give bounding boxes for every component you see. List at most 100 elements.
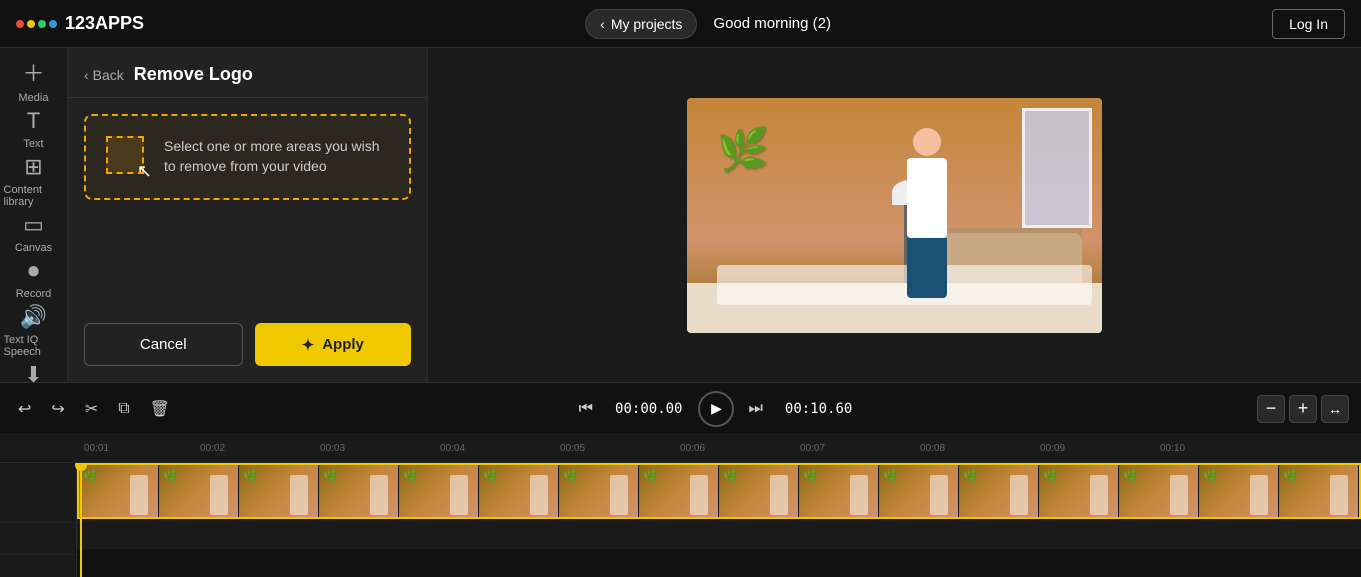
thumb-person bbox=[1170, 475, 1188, 515]
sidebar-item-content-library[interactable]: ⊞ Content library bbox=[4, 154, 64, 208]
play-icon: ▶ bbox=[711, 400, 722, 417]
thumbnail-16: 🌿 bbox=[1279, 465, 1359, 517]
leaf-logo-icon: 🌿 bbox=[717, 126, 769, 175]
thumb-leaf-icon: 🌿 bbox=[243, 469, 258, 483]
zoom-out-button[interactable]: − bbox=[1257, 395, 1285, 423]
thumb-leaf-icon: 🌿 bbox=[963, 469, 978, 483]
sidebar-item-label: Text bbox=[23, 138, 43, 150]
sidebar-item-save[interactable]: ⬇ Save bbox=[4, 362, 64, 382]
selection-area-icon: ↖ bbox=[102, 132, 152, 182]
panel-actions: Cancel ✦ Apply bbox=[68, 307, 427, 382]
thumbnail-15: 🌿 bbox=[1199, 465, 1279, 517]
apply-button[interactable]: ✦ Apply bbox=[255, 323, 412, 366]
thumbnail-8: 🌿 bbox=[639, 465, 719, 517]
thumb-leaf-icon: 🌿 bbox=[163, 469, 178, 483]
dot-green bbox=[38, 20, 46, 28]
sidebar-item-label: Canvas bbox=[15, 242, 52, 254]
sidebar-item-canvas[interactable]: ▭ Canvas bbox=[4, 212, 64, 254]
ruler-mark-5: 00:05 bbox=[560, 443, 680, 454]
app-name: 123APPS bbox=[65, 13, 144, 34]
instruction-box: ↖ Select one or more areas you wish to r… bbox=[84, 114, 411, 200]
sidebar-item-label: Content library bbox=[4, 184, 64, 208]
playhead[interactable] bbox=[80, 463, 82, 577]
thumbnail-7: 🌿 bbox=[559, 465, 639, 517]
sidebar-item-text-to-speech[interactable]: 🔊 Text IQ Speech bbox=[4, 304, 64, 358]
undo-button[interactable]: ↩ bbox=[12, 393, 37, 425]
timeline-tracks: 🌿 🌿 🌿 🌿 bbox=[0, 463, 1361, 577]
sidebar-item-media[interactable]: ＋ Media bbox=[4, 56, 64, 104]
thumb-person bbox=[1090, 475, 1108, 515]
thumb-leaf-icon: 🌿 bbox=[323, 469, 338, 483]
video-track-label bbox=[0, 463, 76, 523]
thumb-leaf-icon: 🌿 bbox=[83, 469, 98, 483]
thumbnail-10: 🌿 bbox=[799, 465, 879, 517]
thumb-person bbox=[210, 475, 228, 515]
undo-icon: ↩ bbox=[18, 399, 31, 419]
delete-button[interactable]: 🗑 bbox=[144, 393, 176, 425]
thumb-leaf-icon: 🌿 bbox=[643, 469, 658, 483]
ruler-mark-10: 00:10 bbox=[1160, 443, 1280, 454]
ruler-mark-7: 00:07 bbox=[800, 443, 920, 454]
thumbnail-12: 🌿 bbox=[959, 465, 1039, 517]
play-button[interactable]: ▶ bbox=[698, 391, 734, 427]
thumbnail-11: 🌿 bbox=[879, 465, 959, 517]
fast-forward-button[interactable]: ⏭ bbox=[742, 394, 768, 424]
topbar: 123APPS ‹ My projects Good morning (2) L… bbox=[0, 0, 1361, 48]
redo-button[interactable]: ↪ bbox=[45, 393, 70, 425]
sidebar-item-label: Media bbox=[19, 92, 49, 104]
dot-yellow bbox=[27, 20, 35, 28]
sidebar-item-label: Record bbox=[16, 288, 51, 300]
rewind-button[interactable]: ⏮ bbox=[573, 394, 599, 424]
thumbnail-2: 🌿 bbox=[159, 465, 239, 517]
zoom-in-button[interactable]: + bbox=[1289, 395, 1317, 423]
video-background: 🌿 bbox=[687, 98, 1102, 333]
scene-window bbox=[1022, 108, 1092, 228]
ruler-mark-1: 00:01 bbox=[80, 443, 200, 454]
total-time-display: 00:10.60 bbox=[777, 401, 860, 417]
expand-button[interactable]: ↔ bbox=[1321, 395, 1349, 423]
delete-icon: 🗑 bbox=[150, 399, 170, 419]
copy-button[interactable]: ⧉ bbox=[112, 394, 135, 424]
thumb-person bbox=[1330, 475, 1348, 515]
sidebar-item-record[interactable]: ⏺ Record bbox=[4, 258, 64, 300]
track-labels bbox=[0, 463, 77, 577]
video-track[interactable]: 🌿 🌿 🌿 🌿 bbox=[77, 463, 1361, 519]
thumbnail-1: 🌿 bbox=[79, 465, 159, 517]
thumb-leaf-icon: 🌿 bbox=[1123, 469, 1138, 483]
thumb-person bbox=[130, 475, 148, 515]
ruler-mark-6: 00:06 bbox=[680, 443, 800, 454]
greeting-text: Good morning (2) bbox=[713, 15, 831, 32]
thumb-person bbox=[610, 475, 628, 515]
thumb-leaf-icon: 🌿 bbox=[483, 469, 498, 483]
person-head bbox=[913, 128, 941, 156]
record-icon: ⏺ bbox=[28, 258, 39, 284]
main-area: ＋ Media T Text ⊞ Content library ▭ Canva… bbox=[0, 48, 1361, 382]
sidebar: ＋ Media T Text ⊞ Content library ▭ Canva… bbox=[0, 48, 68, 382]
sidebar-item-text[interactable]: T Text bbox=[4, 108, 64, 150]
my-projects-button[interactable]: ‹ My projects bbox=[585, 9, 697, 39]
cancel-button[interactable]: Cancel bbox=[84, 323, 243, 366]
download-icon: ⬇ bbox=[24, 362, 42, 382]
instruction-text: Select one or more areas you wish to rem… bbox=[164, 137, 393, 176]
canvas-icon: ▭ bbox=[23, 212, 44, 238]
thumb-person bbox=[770, 475, 788, 515]
track-content: 🌿 🌿 🌿 🌿 bbox=[77, 463, 1361, 577]
cut-button[interactable]: ✂ bbox=[79, 393, 104, 425]
ruler-mark-9: 00:09 bbox=[1040, 443, 1160, 454]
panel-title: Remove Logo bbox=[134, 64, 253, 85]
login-button[interactable]: Log In bbox=[1272, 9, 1345, 39]
app-logo: 123APPS bbox=[16, 13, 144, 34]
thumbnail-13: 🌿 bbox=[1039, 465, 1119, 517]
thumb-person bbox=[530, 475, 548, 515]
grid-icon: ⊞ bbox=[24, 154, 42, 180]
back-button[interactable]: ‹ Back bbox=[84, 67, 124, 83]
text-icon: T bbox=[27, 108, 40, 134]
thumb-leaf-icon: 🌿 bbox=[563, 469, 578, 483]
zoom-out-icon: − bbox=[1266, 398, 1277, 419]
logo-overlay: 🌿 bbox=[717, 126, 769, 175]
rewind-icon: ⏮ bbox=[579, 400, 593, 418]
remove-logo-panel: ‹ Back Remove Logo ↖ Select one or more … bbox=[68, 48, 428, 382]
thumb-person bbox=[1250, 475, 1268, 515]
dot-red bbox=[16, 20, 24, 28]
thumb-leaf-icon: 🌿 bbox=[1043, 469, 1058, 483]
